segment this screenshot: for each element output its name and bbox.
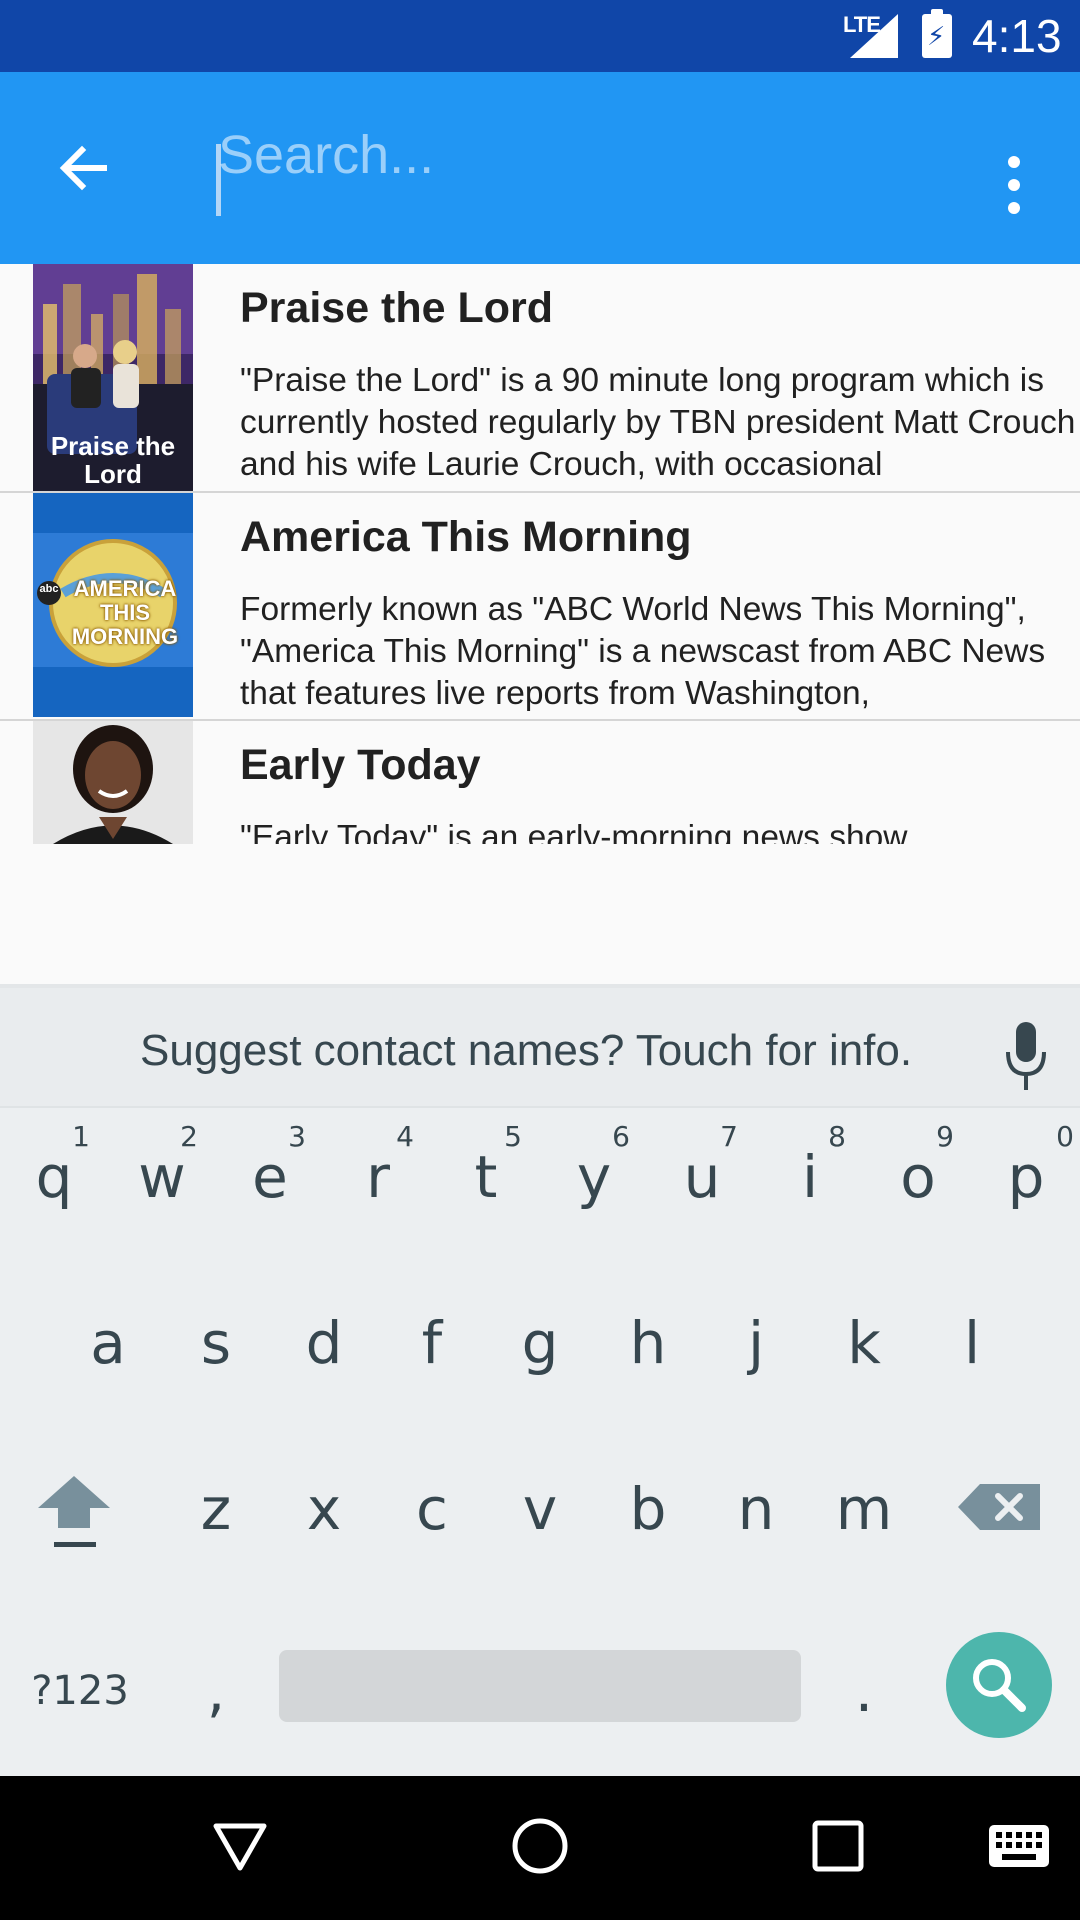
key-j[interactable]: j xyxy=(706,1280,806,1400)
key-s[interactable]: s xyxy=(166,1280,266,1400)
thumbnail-caption: AMERICA THIS MORNING xyxy=(71,576,179,649)
backspace-icon xyxy=(958,1484,1040,1530)
microphone-icon[interactable] xyxy=(1004,1022,1048,1096)
key-e[interactable]: e3 xyxy=(220,1114,320,1234)
result-description: "Praise the Lord" is a 90 minute long pr… xyxy=(240,362,1076,483)
show-thumbnail: Praise the Lord xyxy=(33,264,193,491)
backspace-key[interactable] xyxy=(952,1446,1052,1566)
key-x[interactable]: x xyxy=(274,1446,374,1566)
space-bar[interactable] xyxy=(279,1650,801,1722)
result-title: Early Today xyxy=(240,741,481,789)
key-w[interactable]: w2 xyxy=(112,1114,212,1234)
key-z[interactable]: z xyxy=(166,1446,266,1566)
results-list: Praise the Lord Praise the Lord "Praise … xyxy=(0,264,1080,844)
search-action-button[interactable] xyxy=(946,1632,1052,1738)
result-description: "Early Today" is an early-morning news s… xyxy=(240,819,908,844)
key-b[interactable]: b xyxy=(598,1446,698,1566)
status-bar: LTE ⚡ 4:13 xyxy=(0,0,1080,72)
key-i[interactable]: i8 xyxy=(760,1114,860,1234)
key-period[interactable]: . xyxy=(814,1628,914,1748)
key-n[interactable]: n xyxy=(706,1446,806,1566)
key-p[interactable]: p0 xyxy=(976,1114,1076,1234)
key-d[interactable]: d xyxy=(274,1280,374,1400)
result-title: Praise the Lord xyxy=(240,284,554,332)
system-nav-bar xyxy=(0,1776,1080,1920)
key-a[interactable]: a xyxy=(58,1280,158,1400)
key-comma[interactable]: , xyxy=(166,1628,266,1748)
suggestion-strip[interactable]: Suggest contact names? Touch for info. xyxy=(0,988,1080,1108)
more-vert-icon[interactable] xyxy=(994,156,1034,220)
search-input[interactable] xyxy=(216,110,976,200)
list-item[interactable]: Early Today "Early Today" is an early-mo… xyxy=(0,721,1080,844)
result-title: America This Morning xyxy=(240,513,692,561)
search-icon xyxy=(973,1659,1026,1712)
shift-key[interactable] xyxy=(24,1446,124,1566)
soft-keyboard: Suggest contact names? Touch for info. q… xyxy=(0,984,1080,1776)
shift-icon xyxy=(38,1476,110,1547)
list-item[interactable]: Praise the Lord Praise the Lord "Praise … xyxy=(0,264,1080,493)
suggestion-text[interactable]: Suggest contact names? Touch for info. xyxy=(140,1026,912,1076)
symbols-key[interactable]: ?123 xyxy=(24,1628,136,1748)
list-item[interactable]: abc AMERICA THIS MORNING America This Mo… xyxy=(0,493,1080,721)
key-q[interactable]: q1 xyxy=(4,1114,104,1234)
back-arrow-icon[interactable] xyxy=(52,136,116,200)
key-g[interactable]: g xyxy=(490,1280,590,1400)
key-t[interactable]: t5 xyxy=(436,1114,536,1234)
key-y[interactable]: y6 xyxy=(544,1114,644,1234)
status-clock: 4:13 xyxy=(972,10,1062,62)
result-description: Formerly known as "ABC World News This M… xyxy=(240,591,1046,712)
key-h[interactable]: h xyxy=(598,1280,698,1400)
key-o[interactable]: o9 xyxy=(868,1114,968,1234)
show-thumbnail xyxy=(33,721,193,844)
show-thumbnail: abc AMERICA THIS MORNING xyxy=(33,493,193,717)
key-m[interactable]: m xyxy=(814,1446,914,1566)
recents-nav-icon[interactable] xyxy=(812,1820,864,1872)
key-l[interactable]: l xyxy=(922,1280,1022,1400)
anchor-portrait-image xyxy=(33,721,193,844)
thumbnail-caption: Praise the Lord xyxy=(50,431,176,489)
search-app-bar xyxy=(0,72,1080,264)
key-f[interactable]: f xyxy=(382,1280,482,1400)
key-c[interactable]: c xyxy=(382,1446,482,1566)
keyboard-switch-icon[interactable] xyxy=(988,1824,1050,1868)
home-nav-icon[interactable] xyxy=(510,1816,570,1876)
back-nav-icon[interactable] xyxy=(210,1816,270,1876)
key-v[interactable]: v xyxy=(490,1446,590,1566)
battery-charging-icon: ⚡ xyxy=(922,9,952,58)
key-u[interactable]: u7 xyxy=(652,1114,752,1234)
key-k[interactable]: k xyxy=(814,1280,914,1400)
signal-icon xyxy=(850,14,898,58)
key-r[interactable]: r4 xyxy=(328,1114,428,1234)
